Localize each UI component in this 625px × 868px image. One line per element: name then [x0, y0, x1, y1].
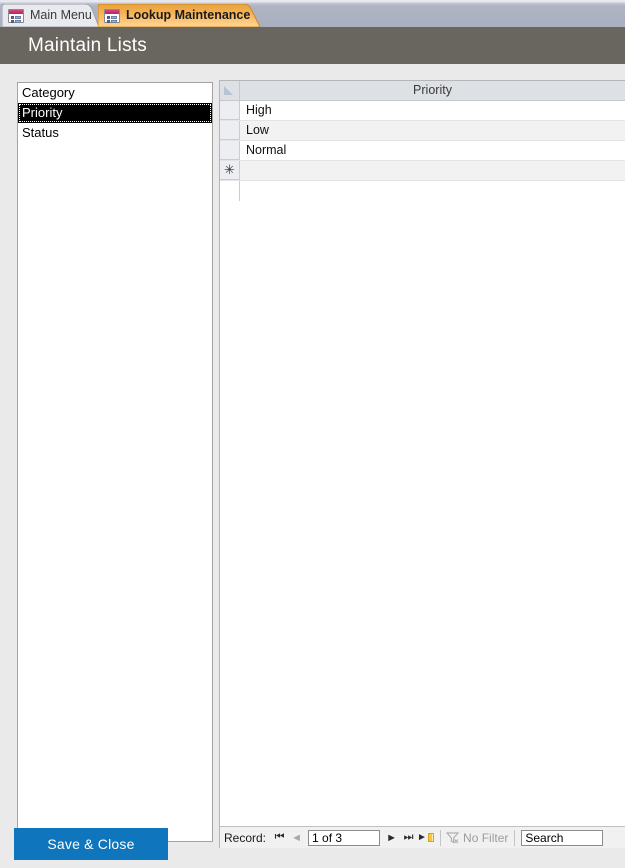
- datasheet-header-row: Priority: [220, 81, 625, 101]
- table-row[interactable]: High: [220, 101, 625, 121]
- record-selector[interactable]: [220, 101, 240, 120]
- new-record-button[interactable]: ►: [417, 829, 435, 847]
- record-position-input[interactable]: 1 of 3: [308, 829, 381, 846]
- first-record-button[interactable]: ⏮: [271, 829, 288, 847]
- record-navigation-bar: Record: ⏮ ◄ 1 of 3 ► ⏭ ► No Filter Searc…: [220, 826, 625, 848]
- tab-lookup-maintenance[interactable]: Lookup Maintenance: [98, 4, 261, 27]
- tab-main-menu-label: Main Menu: [30, 8, 92, 23]
- new-record-asterisk-icon[interactable]: ✳: [220, 161, 240, 180]
- column-header-priority[interactable]: Priority: [240, 81, 625, 100]
- datasheet-blank-filler: [240, 181, 625, 201]
- lookup-list[interactable]: Category Priority Status: [17, 82, 213, 842]
- form-header-band: Maintain Lists: [0, 27, 625, 64]
- record-selector[interactable]: [220, 141, 240, 160]
- list-item-category[interactable]: Category: [18, 83, 212, 103]
- tab-main-menu[interactable]: Main Menu: [2, 4, 100, 27]
- new-record-row[interactable]: ✳: [220, 161, 625, 181]
- form-icon: [104, 8, 120, 23]
- previous-record-button[interactable]: ◄: [288, 829, 305, 847]
- list-item-priority[interactable]: Priority: [18, 103, 212, 123]
- filter-label: No Filter: [463, 830, 509, 845]
- filter-toggle-button[interactable]: No Filter: [446, 831, 508, 845]
- page-title: Maintain Lists: [28, 35, 147, 56]
- save-close-button[interactable]: Save & Close: [14, 828, 168, 860]
- document-tab-bar: Main Menu Lookup Maintenance: [0, 0, 625, 27]
- table-row[interactable]: Normal: [220, 141, 625, 161]
- lookup-values-datasheet: Priority High Low Normal ✳ Record: ⏮ ◄ 1…: [219, 80, 625, 848]
- funnel-icon: [446, 832, 460, 844]
- list-item-status[interactable]: Status: [18, 123, 212, 143]
- form-icon: [8, 8, 24, 23]
- record-label: Record:: [224, 830, 267, 845]
- datasheet-empty-area: [220, 181, 625, 201]
- new-record-icon: [427, 833, 435, 842]
- cell-priority-value[interactable]: High: [240, 101, 625, 120]
- select-all-triangle-icon: [224, 86, 233, 95]
- tab-lookup-maintenance-label: Lookup Maintenance: [126, 8, 251, 23]
- last-record-button[interactable]: ⏭: [400, 829, 417, 847]
- table-row[interactable]: Low: [220, 121, 625, 141]
- datasheet-gutter-filler: [220, 181, 240, 201]
- cell-new-record[interactable]: [240, 161, 625, 180]
- next-record-button[interactable]: ►: [383, 829, 400, 847]
- cell-priority-value[interactable]: Normal: [240, 141, 625, 160]
- select-all-corner-button[interactable]: [220, 81, 240, 100]
- form-body: Category Priority Status Priority High L…: [0, 64, 625, 868]
- nav-divider: [440, 829, 442, 846]
- cell-priority-value[interactable]: Low: [240, 121, 625, 140]
- search-input[interactable]: Search: [521, 829, 604, 846]
- nav-divider: [514, 829, 516, 846]
- datasheet-body: High Low Normal ✳: [220, 101, 625, 826]
- record-selector[interactable]: [220, 121, 240, 140]
